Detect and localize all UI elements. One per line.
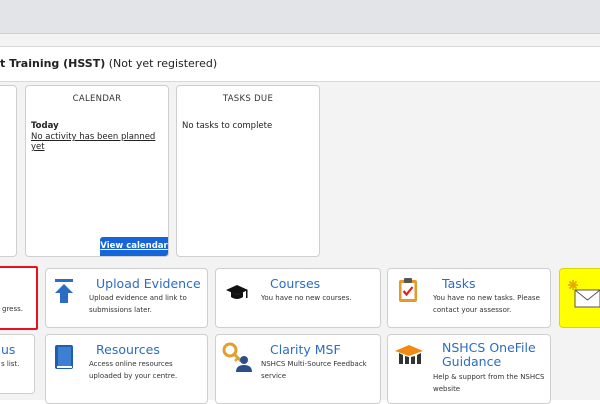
graduation-cap-icon — [226, 285, 248, 299]
upload-evidence-title: Upload Evidence — [96, 276, 201, 291]
left-panel-partial — [0, 85, 17, 257]
nshcs-onefile-title: NSHCS OneFile Guidance — [442, 340, 536, 369]
resources-desc: Access online resources uploaded by your… — [89, 360, 178, 380]
view-calendar-button[interactable]: View calendar — [100, 237, 168, 256]
courses-title: Courses — [270, 276, 321, 291]
tasks-title: Tasks — [442, 276, 476, 291]
upload-evidence-tile[interactable]: Upload Evidence Upload evidence and link… — [45, 268, 208, 328]
upload-arrow-icon — [55, 279, 73, 303]
clarity-msf-title: Clarity MSF — [270, 342, 341, 357]
nshcs-onefile-desc: Help & support from the NSHCS website — [433, 373, 545, 393]
qualification-status: (Not yet registered) — [108, 57, 218, 70]
courses-tile[interactable]: Courses You have no new courses. — [215, 268, 381, 328]
tasks-due-panel: TASKS DUE No tasks to complete — [176, 85, 320, 257]
envelope-icon — [568, 280, 600, 308]
status-tile-partial[interactable]: us s list. — [0, 334, 35, 394]
messages-tile[interactable] — [559, 268, 600, 328]
calendar-no-activity-link[interactable]: No activity has been planned yet — [31, 132, 168, 152]
resources-title: Resources — [96, 342, 160, 357]
clarity-msf-tile[interactable]: Clarity MSF NSHCS Multi-Source Feedback … — [215, 334, 381, 404]
book-icon — [55, 345, 73, 369]
status-tile-title: us — [1, 342, 16, 357]
status-tile-desc: s list. — [1, 360, 20, 368]
mortarboard-icon — [395, 345, 423, 364]
top-bar — [0, 0, 600, 34]
tasks-tile[interactable]: Tasks You have no new tasks. Please cont… — [387, 268, 551, 328]
upload-evidence-desc: Upload evidence and link to submissions … — [89, 294, 187, 314]
nshcs-onefile-guidance-tile[interactable]: NSHCS OneFile Guidance Help & support fr… — [387, 334, 551, 404]
progress-tile-partial[interactable]: gress. — [0, 266, 38, 330]
tasks-due-empty: No tasks to complete — [182, 121, 273, 131]
qualification-bar: t Training (HSST) (Not yet registered) — [0, 46, 600, 82]
clarity-msf-desc: NSHCS Multi-Source Feedback service — [261, 360, 367, 380]
clipboard-check-icon — [399, 278, 417, 302]
progress-tile-desc: gress. — [2, 305, 23, 313]
key-user-icon — [222, 342, 252, 372]
tasks-due-title: TASKS DUE — [222, 94, 274, 104]
courses-desc: You have no new courses. — [261, 294, 352, 302]
calendar-panel: CALENDAR Today No activity has been plan… — [25, 85, 169, 257]
qualification-name: t Training (HSST) — [0, 57, 106, 70]
resources-tile[interactable]: Resources Access online resources upload… — [45, 334, 208, 404]
calendar-title: CALENDAR — [72, 94, 122, 104]
tasks-desc: You have no new tasks. Please contact yo… — [433, 294, 540, 314]
calendar-today-label: Today — [31, 121, 59, 131]
